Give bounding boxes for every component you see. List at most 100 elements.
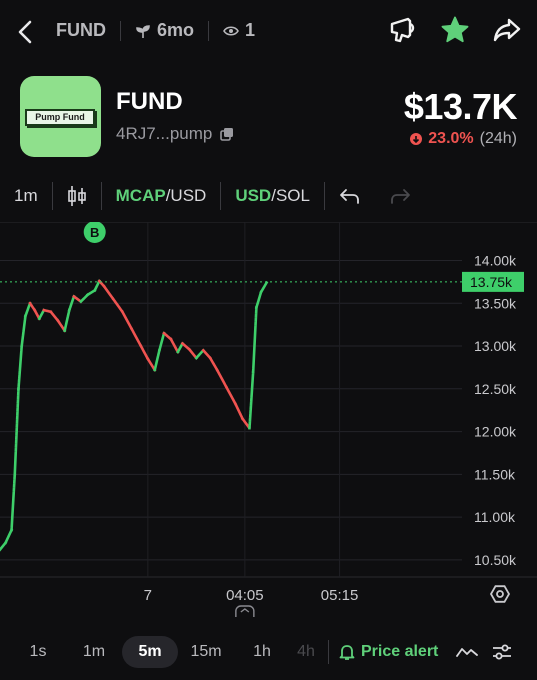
price-segment: [23, 301, 32, 318]
back-chevron-icon[interactable]: [14, 18, 38, 46]
axis-scroll-handle: [235, 605, 255, 617]
price-segment: [208, 356, 219, 372]
price-segment: [79, 292, 90, 304]
timeframe-15m[interactable]: 15m: [178, 636, 234, 668]
chart-overlay: 13.75k B: [0, 222, 524, 617]
expand-vertical-icon: [240, 608, 250, 613]
price-chart[interactable]: 14.00k 13.50k 13.00k 12.50k 12.00k 11.50k 11.0…: [0, 222, 537, 617]
price-segment: [139, 344, 150, 361]
price-segment: [10, 472, 17, 532]
price-segment: [63, 308, 71, 333]
token-age-value: 6mo: [157, 20, 195, 40]
price-alert-button[interactable]: Price alert: [335, 643, 438, 661]
mcap-unit-label: /USD: [165, 186, 207, 205]
price-segment: [157, 331, 166, 352]
token-age: 6mo: [135, 20, 194, 41]
price-segment: [248, 370, 255, 430]
price-segment: [92, 279, 102, 293]
chart-toolbar: 1m MCAP/USD USD/SOL: [0, 178, 537, 214]
nav-token-symbol: FUND: [56, 20, 106, 40]
price-segment: [20, 314, 27, 348]
copy-icon[interactable]: [220, 127, 234, 141]
nav-actions: [387, 14, 523, 46]
timeframe-1m[interactable]: 1m: [66, 636, 122, 668]
undo-icon: [340, 189, 359, 204]
y-tick-label: 13.00k: [474, 338, 517, 354]
token-price: $13.7K: [403, 86, 518, 127]
price-segment: [259, 280, 269, 294]
y-tick-label: 10.50k: [474, 552, 517, 568]
mcap-label: MCAP: [115, 186, 166, 205]
bell-icon: [339, 645, 355, 660]
sol-unit-label: /SOL: [271, 186, 310, 205]
chart-grid: [0, 222, 537, 578]
chart-settings-icon: [489, 585, 511, 603]
divider: [328, 640, 329, 664]
price-segment: [129, 327, 143, 348]
share-arrow-icon[interactable]: [491, 14, 523, 46]
price-segment: [187, 347, 199, 360]
y-tick-label: 14.00k: [474, 252, 517, 268]
price-segment: [233, 402, 245, 421]
timeframe-4h[interactable]: 4h: [290, 636, 322, 668]
timeframe-bar: 1s 1m 5m 15m 1h 4h Price alert: [0, 630, 537, 674]
line-chart-icon[interactable]: [456, 644, 479, 660]
watchers: 1: [223, 20, 255, 41]
price-series: [0, 279, 269, 552]
sprout-icon: [136, 24, 150, 38]
price-segment: [111, 297, 125, 314]
undo-button[interactable]: [325, 187, 375, 205]
interval-selector[interactable]: 1m: [0, 186, 52, 206]
token-address-text: 4RJ7...pump: [116, 124, 213, 143]
token-name: FUND: [116, 88, 183, 115]
mcap-usd-toggle[interactable]: MCAP/USD: [102, 186, 221, 206]
price-segment: [120, 310, 134, 331]
top-nav: FUND 6mo 1: [0, 0, 537, 64]
timeframe-1h[interactable]: 1h: [234, 636, 290, 668]
token-logo: Pump Fund: [20, 76, 101, 157]
x-tick-label: 7: [144, 587, 152, 604]
timeframe-1s[interactable]: 1s: [10, 636, 66, 668]
y-tick-label: 11.50k: [474, 466, 516, 482]
price-segment: [251, 306, 258, 374]
token-logo-text: Pump Fund: [25, 109, 95, 126]
usd-sol-toggle[interactable]: USD/SOL: [221, 186, 324, 206]
price-segment: [153, 348, 161, 372]
price-segment: [224, 385, 238, 406]
price-segment: [176, 341, 185, 354]
y-tick-label: 12.00k: [474, 424, 517, 440]
buy-marker-label: B: [90, 225, 99, 240]
y-tick-label: 12.50k: [474, 381, 517, 397]
timeframe-5m[interactable]: 5m: [122, 636, 178, 668]
y-tick-label: 13.50k: [474, 295, 517, 311]
price-change-period: (24h): [479, 130, 517, 147]
megaphone-icon[interactable]: [387, 14, 419, 46]
price-alert-label: Price alert: [361, 643, 439, 660]
x-tick-label: 05:15: [321, 587, 359, 604]
redo-button[interactable]: [375, 187, 425, 205]
x-axis: 7 04:05 05:15: [144, 587, 359, 604]
settings-sliders-icon[interactable]: [492, 643, 512, 661]
x-tick-label: 04:05: [226, 587, 264, 604]
price-segment: [215, 368, 229, 389]
price-segment: [201, 348, 213, 360]
usd-label: USD: [235, 186, 272, 205]
price-segment: [17, 344, 24, 391]
price-segment: [194, 348, 206, 360]
price-segment: [37, 308, 46, 321]
redo-icon: [391, 189, 410, 204]
current-price-label: 13.75k: [470, 274, 513, 290]
star-icon[interactable]: [439, 14, 471, 46]
chart-settings-icon-center: [496, 590, 504, 598]
candlestick-icon: [67, 186, 86, 206]
price-change-percent: 23.0%: [428, 130, 474, 147]
token-address[interactable]: 4RJ7...pump: [116, 124, 234, 144]
divider: [208, 20, 210, 41]
price-segment: [102, 284, 116, 301]
price-segment: [146, 357, 157, 372]
interval-label: 1m: [14, 186, 38, 205]
down-arrow-icon: [410, 133, 423, 145]
price-segment: [55, 318, 67, 333]
price-change: 23.0% (24h): [410, 130, 517, 148]
chart-type-button[interactable]: [53, 184, 101, 208]
